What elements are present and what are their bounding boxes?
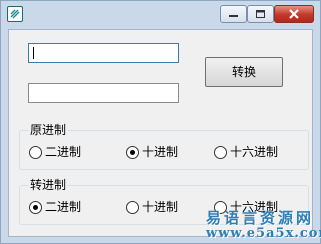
source-base-group: 原进制 二进制 十进制 十六进制 xyxy=(19,123,309,170)
radio-label: 十进制 xyxy=(142,200,179,214)
client-area: 转换 原进制 二进制 十进制 十六进制 转进制 二进制 十进制 十六进制 xyxy=(8,29,313,237)
watermark-title: 易语言资源网 xyxy=(206,209,315,227)
target-base-group-label: 转进制 xyxy=(28,178,69,192)
radio-label: 二进制 xyxy=(45,200,82,214)
site-watermark: 易语言资源网 www.e5a5x.com xyxy=(202,207,321,243)
radio-circle xyxy=(126,201,139,214)
watermark-url: www.e5a5x.com xyxy=(206,226,321,241)
radio-label: 二进制 xyxy=(45,145,82,159)
title-bar[interactable] xyxy=(1,1,320,27)
radio-label: 十进制 xyxy=(142,145,179,159)
radio-dot xyxy=(33,205,38,210)
maximize-icon xyxy=(256,10,265,18)
minimize-button[interactable] xyxy=(220,5,247,23)
text-caret xyxy=(33,47,34,59)
main-window: 转换 原进制 二进制 十进制 十六进制 转进制 二进制 十进制 十六进制 易语言… xyxy=(0,0,321,244)
input-top[interactable] xyxy=(28,43,179,63)
radio-circle-checked xyxy=(29,201,42,214)
maximize-button[interactable] xyxy=(247,5,274,23)
source-base-group-label: 原进制 xyxy=(28,123,69,137)
radio-circle xyxy=(29,146,42,159)
radio-label: 十六进制 xyxy=(230,145,279,159)
radio-circle-checked xyxy=(126,146,139,159)
radio-dot xyxy=(130,150,135,155)
input-bottom[interactable] xyxy=(28,83,179,103)
close-icon xyxy=(289,9,299,19)
minimize-icon xyxy=(229,15,238,17)
radio-circle xyxy=(214,146,227,159)
close-button[interactable] xyxy=(274,5,314,23)
convert-button[interactable]: 转换 xyxy=(205,57,283,87)
app-icon[interactable] xyxy=(7,6,23,22)
